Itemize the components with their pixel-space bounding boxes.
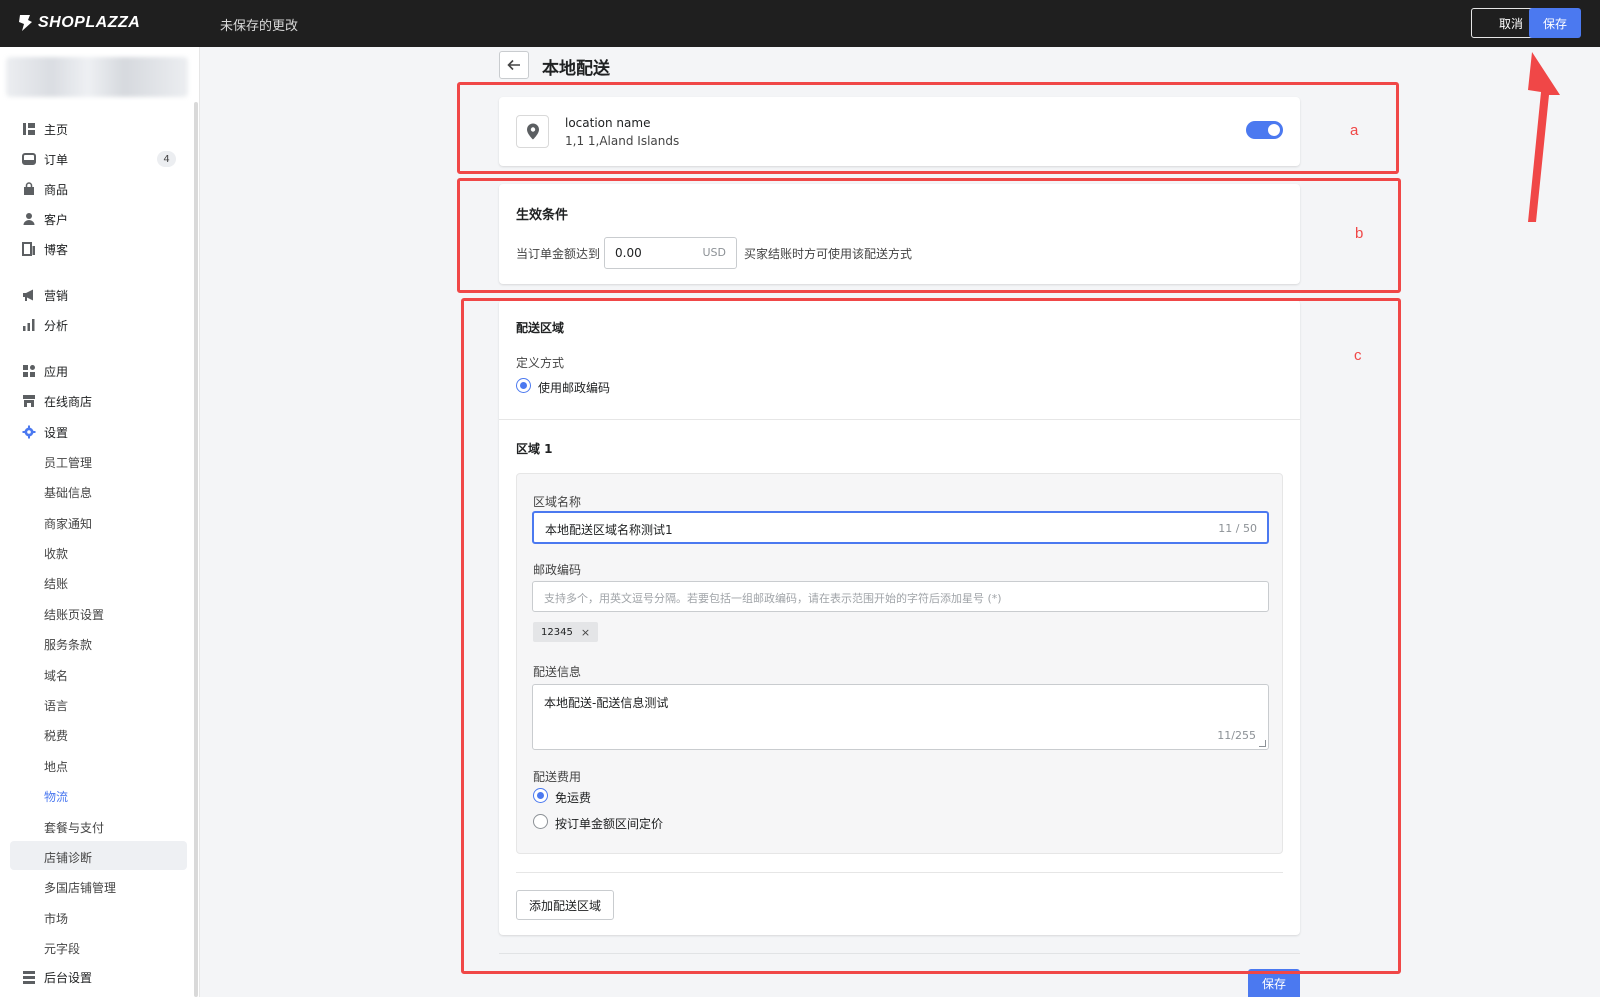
settings-sub-item[interactable]: 多国店铺管理 xyxy=(44,877,116,897)
annotation-label-a: a xyxy=(1350,122,1359,139)
logo-mark-icon xyxy=(19,15,32,31)
sidebar-item-label: 客户 xyxy=(44,212,69,227)
gear-icon xyxy=(22,425,36,439)
annotation-box-a xyxy=(457,82,1399,174)
sidebar-item-label: 商品 xyxy=(44,182,69,197)
shoplazza-logo[interactable]: SHOPLAZZA xyxy=(16,12,140,34)
settings-sub-item[interactable]: 结账页设置 xyxy=(44,604,104,624)
settings-sub-item[interactable]: 市场 xyxy=(44,908,68,928)
annotation-box-b xyxy=(457,178,1401,293)
annotation-arrow-icon xyxy=(1528,52,1560,222)
settings-sub-item[interactable]: 服务条款 xyxy=(44,634,92,654)
sidebar-item-label: 后台设置 xyxy=(44,970,93,985)
settings-sub-item[interactable]: 店铺诊断 xyxy=(44,847,92,867)
sidebar-item-online-store[interactable]: 在线商店 xyxy=(22,391,182,411)
blog-icon xyxy=(22,242,36,256)
settings-sub-item[interactable]: 税费 xyxy=(44,725,68,745)
settings-sub-item[interactable]: 商家通知 xyxy=(44,513,92,533)
settings-sub-item[interactable]: 套餐与支付 xyxy=(44,817,104,837)
annotation-label-b: b xyxy=(1355,225,1364,242)
settings-sub-item[interactable]: 员工管理 xyxy=(44,452,92,472)
settings-sub-item[interactable]: 基础信息 xyxy=(44,482,92,502)
inbox-icon xyxy=(22,152,36,166)
sidebar-item-label: 营销 xyxy=(44,288,69,303)
megaphone-icon xyxy=(22,288,36,302)
sidebar-item-blog[interactable]: 博客 xyxy=(22,239,182,259)
back-button[interactable] xyxy=(499,51,529,79)
sidebar-item-settings[interactable]: 设置 xyxy=(22,422,182,442)
sidebar-item-home[interactable]: 主页 xyxy=(22,119,182,139)
admin-icon xyxy=(22,970,36,984)
sidebar-item-apps[interactable]: 应用 xyxy=(22,361,182,381)
active-sub-item-highlight xyxy=(10,841,187,870)
settings-sub-item[interactable]: 收款 xyxy=(44,543,68,563)
sidebar-item-label: 在线商店 xyxy=(44,394,93,409)
orders-count-badge: 4 xyxy=(157,151,176,167)
sidebar: 主页 订单 4 商品 客户 博客 营销 分析 应用 在线商店 设置 员工管理 基… xyxy=(0,47,200,997)
sidebar-item-label: 应用 xyxy=(44,364,69,379)
settings-sub-item[interactable]: 元字段 xyxy=(44,938,80,958)
sidebar-scrollbar[interactable] xyxy=(194,102,198,997)
bag-icon xyxy=(22,182,36,196)
sidebar-item-label: 分析 xyxy=(44,318,69,333)
top-bar: SHOPLAZZA 未保存的更改 取消 保存 xyxy=(0,0,1600,47)
bar-chart-icon xyxy=(22,318,36,332)
sidebar-item-orders[interactable]: 订单 4 xyxy=(22,149,182,169)
sidebar-item-label: 博客 xyxy=(44,242,69,257)
page-title: 本地配送 xyxy=(542,59,610,79)
sidebar-item-admin-settings[interactable]: 后台设置 xyxy=(22,967,182,987)
settings-sub-item[interactable]: 语言 xyxy=(44,695,68,715)
sidebar-item-products[interactable]: 商品 xyxy=(22,179,182,199)
settings-sub-item[interactable]: 域名 xyxy=(44,665,68,685)
unsaved-changes-text: 未保存的更改 xyxy=(220,19,299,34)
sidebar-item-marketing[interactable]: 营销 xyxy=(22,285,182,305)
settings-sub-item[interactable]: 地点 xyxy=(44,756,68,776)
annotation-label-c: c xyxy=(1354,347,1362,364)
home-icon xyxy=(22,122,36,136)
sidebar-item-analytics[interactable]: 分析 xyxy=(22,315,182,335)
annotation-box-c xyxy=(461,298,1401,974)
apps-icon xyxy=(22,364,36,378)
store-icon xyxy=(22,394,36,408)
sidebar-item-label: 订单 xyxy=(44,152,69,167)
sidebar-item-label: 设置 xyxy=(44,425,69,440)
save-button[interactable]: 保存 xyxy=(1529,8,1581,38)
sidebar-item-label: 主页 xyxy=(44,122,69,137)
store-name-blurred[interactable] xyxy=(6,57,188,97)
settings-sub-item[interactable]: 结账 xyxy=(44,573,68,593)
person-icon xyxy=(22,212,36,226)
logo-text: SHOPLAZZA xyxy=(38,14,141,31)
sidebar-item-customers[interactable]: 客户 xyxy=(22,209,182,229)
arrow-left-icon xyxy=(507,59,520,71)
settings-sub-item-shipping[interactable]: 物流 xyxy=(44,786,68,806)
